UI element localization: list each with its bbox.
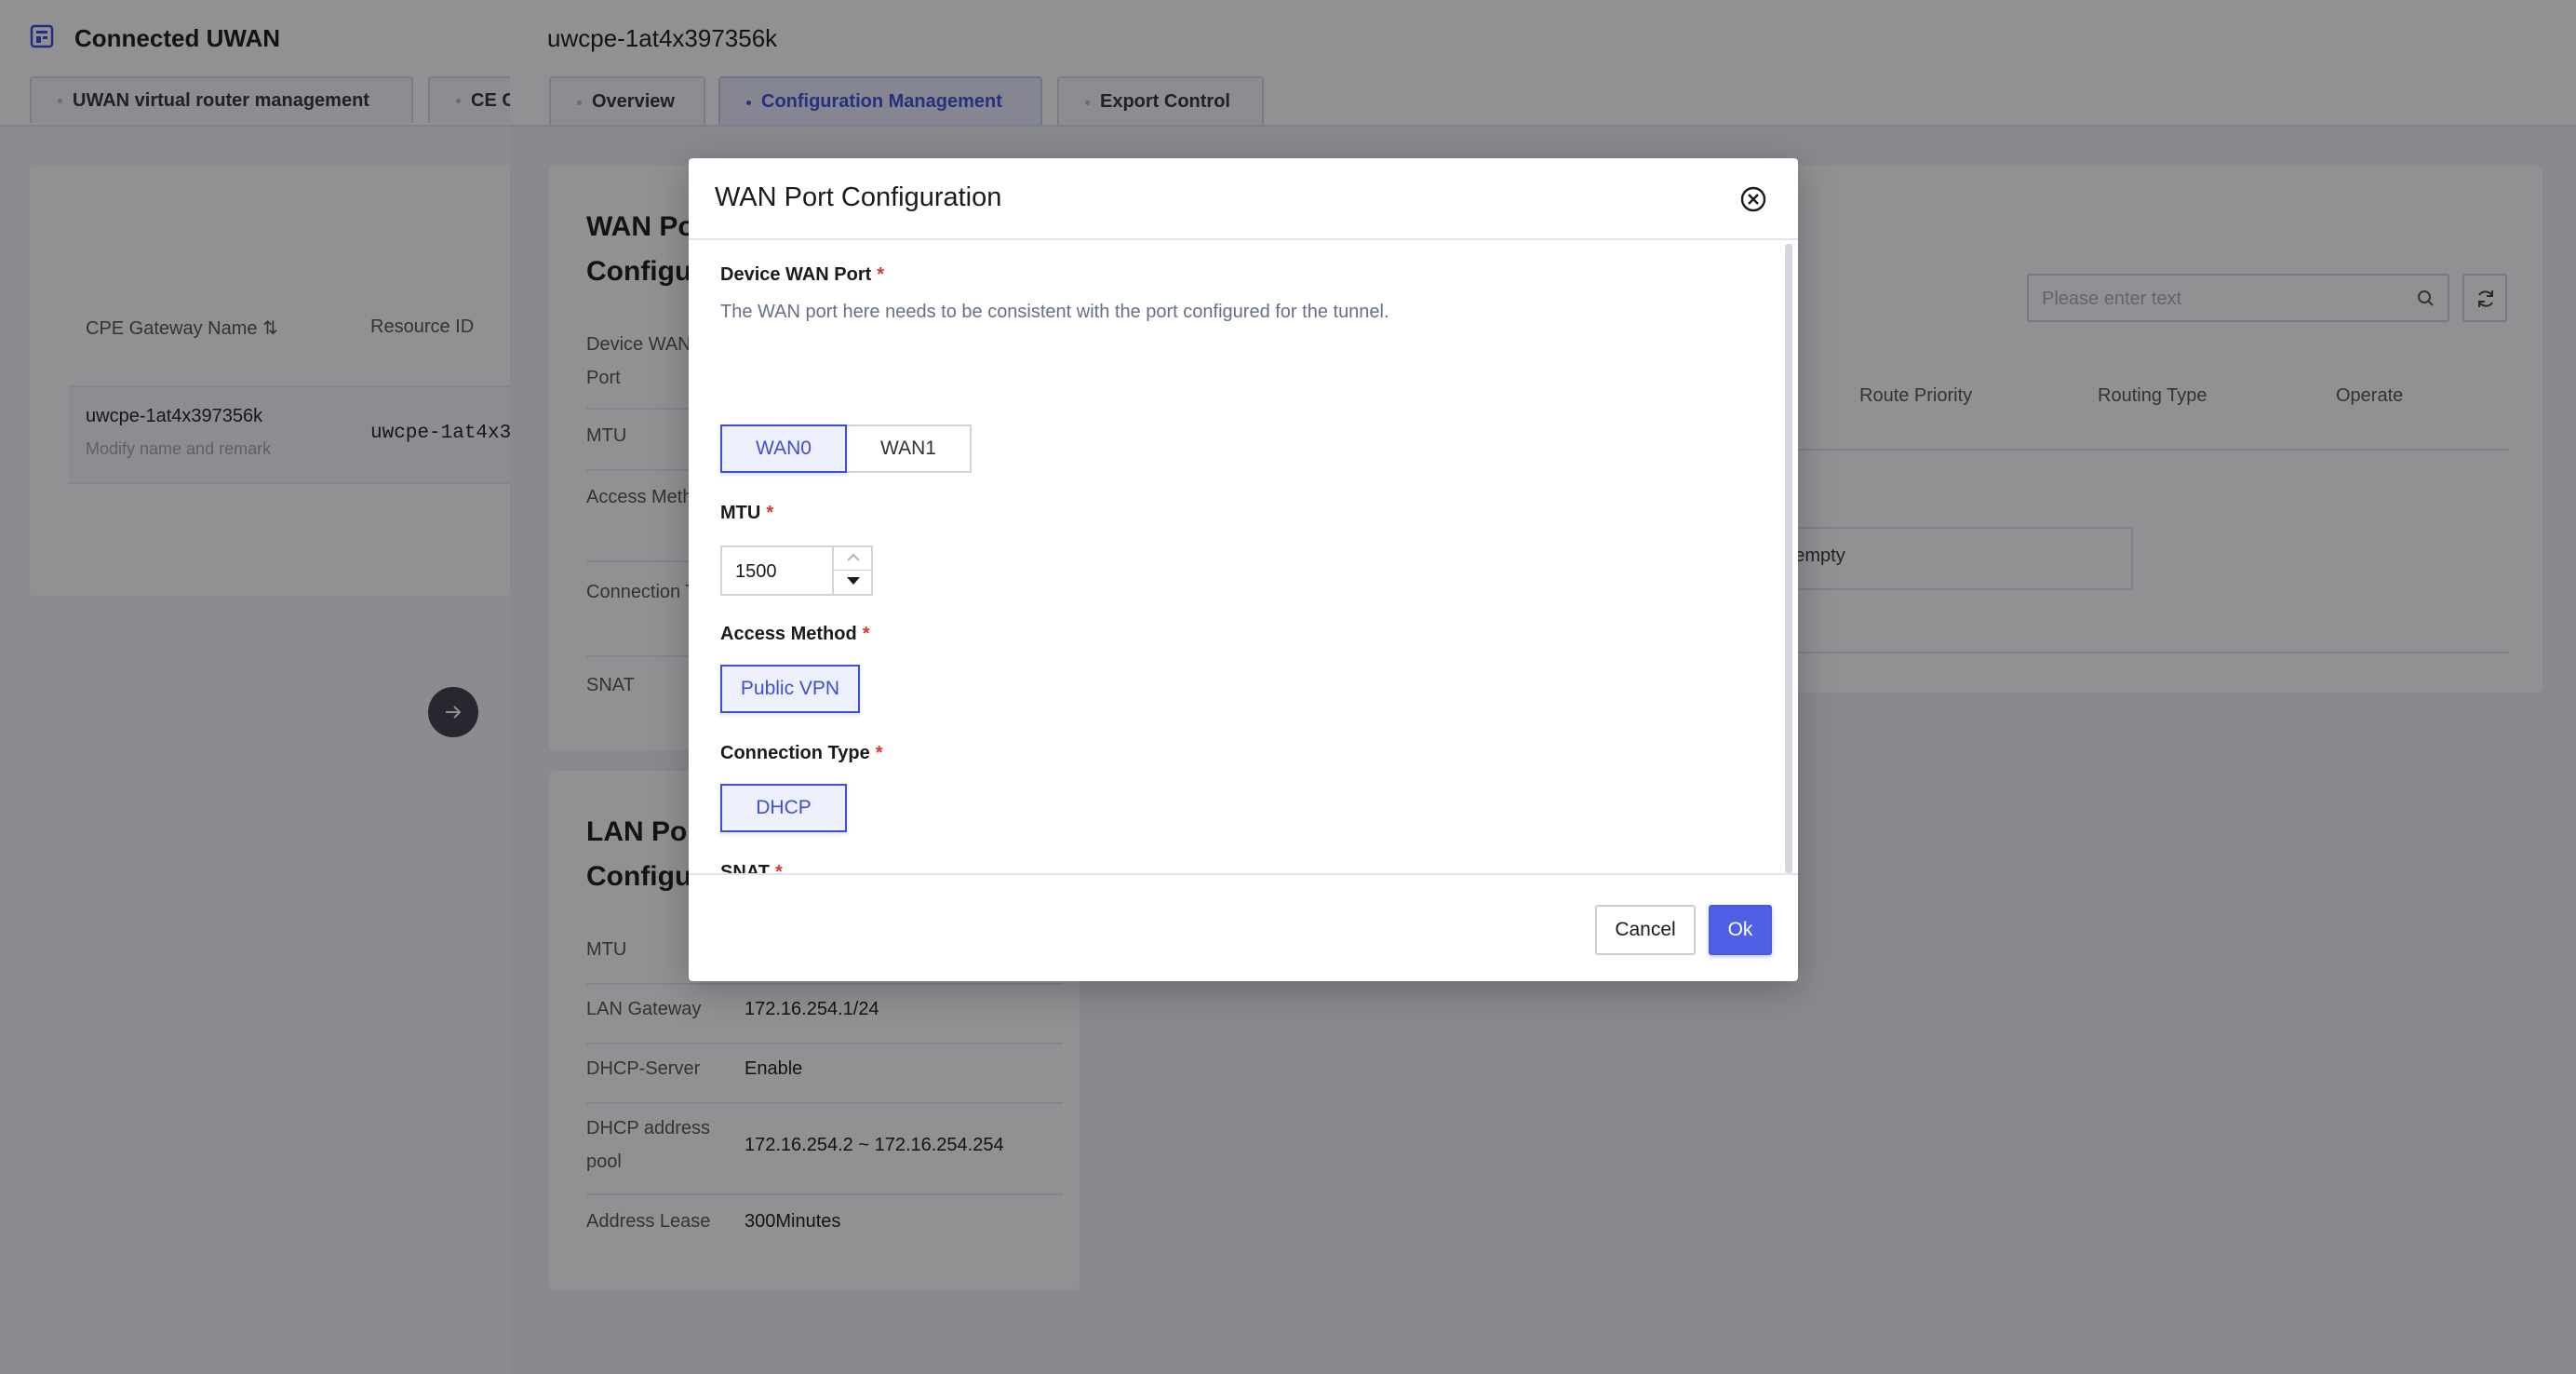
- field-label-device-wan-port: Device WAN Port *: [720, 264, 885, 285]
- field-label-connection-type: Connection Type *: [720, 743, 883, 763]
- caret-down-icon: [847, 577, 860, 585]
- ok-button[interactable]: Ok: [1709, 905, 1772, 955]
- option-dhcp[interactable]: DHCP: [720, 784, 847, 832]
- chevron-up-icon: [847, 553, 860, 561]
- dialog-body: Device WAN Port * The WAN port here needs…: [689, 240, 1798, 873]
- dialog-title: WAN Port Configuration: [715, 182, 1002, 212]
- dialog-header: WAN Port Configuration: [689, 158, 1798, 240]
- option-wan1[interactable]: WAN1: [845, 424, 972, 473]
- mtu-decrement-button[interactable]: [832, 571, 873, 594]
- cancel-button[interactable]: Cancel: [1595, 905, 1696, 955]
- option-public-vpn[interactable]: Public VPN: [720, 665, 860, 713]
- wan-port-config-dialog: WAN Port Configuration Device WAN Port * …: [689, 158, 1798, 981]
- mtu-input[interactable]: [735, 559, 828, 585]
- field-label-mtu: MTU *: [720, 503, 774, 523]
- mtu-stepper: [720, 546, 873, 596]
- close-icon[interactable]: [1738, 184, 1768, 214]
- field-hint-device-wan-port: The WAN port here needs to be consistent…: [720, 302, 1389, 322]
- option-wan0[interactable]: WAN0: [720, 424, 847, 473]
- mtu-increment-button[interactable]: [832, 547, 873, 571]
- field-label-snat: SNAT *: [720, 862, 783, 873]
- field-label-access-method: Access Method *: [720, 624, 870, 644]
- scrollbar-thumb[interactable]: [1785, 244, 1792, 873]
